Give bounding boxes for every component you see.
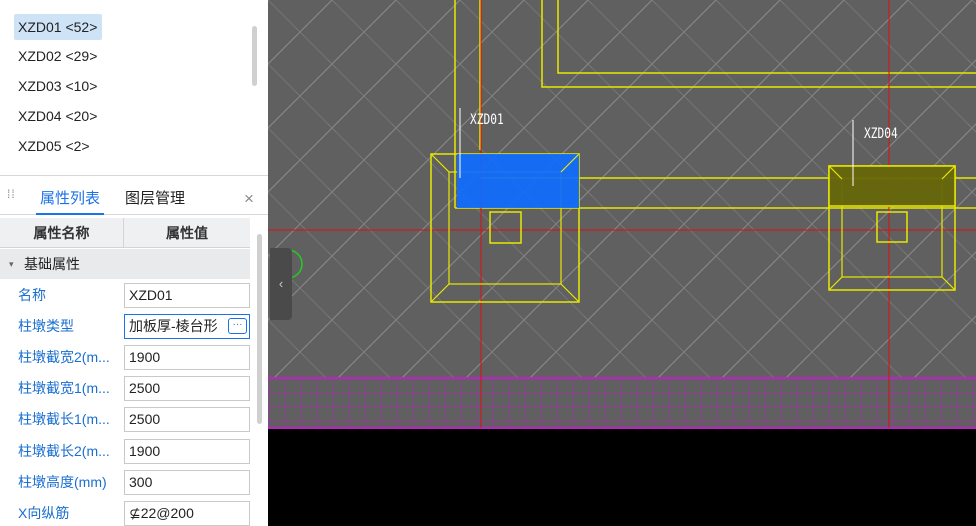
component-item-xzd02[interactable]: XZD02 <29> [14,43,102,69]
caret-down-icon[interactable]: ▾ [9,249,14,279]
label-xzd01: XZD01 [470,112,504,128]
component-list: XZD01 <52> XZD02 <29> XZD03 <10> XZD04 <… [0,0,268,176]
property-row: 柱墩类型 加板厚-棱台形 ··· [0,311,250,342]
property-row: 柱墩截长2(m... 1900 [0,436,250,467]
component-item-xzd03[interactable]: XZD03 <10> [14,73,102,99]
property-name: 柱墩截宽2(m... [18,349,110,365]
header-property-value: 属性值 [166,225,208,241]
property-value-input[interactable]: 1900 [124,345,250,370]
group-basic-properties[interactable]: ▾ 基础属性 [0,249,250,279]
property-row: 柱墩截长1(m... 2500 [0,404,250,435]
close-icon[interactable]: × [241,189,257,209]
drag-grip-icon[interactable]: ⁞⁞ [7,188,15,208]
property-name: 柱墩类型 [18,318,74,334]
label-xzd04: XZD04 [864,126,898,142]
property-value-input[interactable]: 2500 [124,376,250,401]
group-label: 基础属性 [24,256,80,272]
tab-property-list[interactable]: 属性列表 [36,183,105,215]
component-item-xzd05[interactable]: XZD05 <2> [14,133,95,159]
component-item-xzd04[interactable]: XZD04 <20> [14,103,102,129]
property-row: 柱墩高度(mm) 300 [0,467,250,498]
property-panel-scrollbar[interactable] [257,234,262,424]
property-row: X向纵筋 ⊈22@200 [0,498,250,526]
header-property-name: 属性名称 [0,218,124,248]
property-name: 柱墩截长2(m... [18,443,110,459]
tab-layer-management[interactable]: 图层管理 [121,183,189,215]
slab-hatch [268,0,976,428]
component-item-xzd01[interactable]: XZD01 <52> [14,14,103,40]
property-name: 柱墩截长1(m... [18,411,110,427]
property-table-header: 属性名称 属性值 [0,218,250,248]
property-row: 名称 XZD01 [0,280,250,311]
property-name: 柱墩截宽1(m... [18,380,110,396]
cad-drawing [268,0,976,429]
panel-collapse-button[interactable]: ‹ [270,248,292,320]
property-name: X向纵筋 [18,505,70,521]
property-value-input[interactable]: 300 [124,470,250,495]
property-name: 柱墩高度(mm) [18,474,107,490]
property-value-input[interactable]: 1900 [124,439,250,464]
property-row: 柱墩截宽1(m... 2500 [0,373,250,404]
property-name: 名称 [18,287,46,303]
more-options-button[interactable]: ··· [228,318,247,334]
left-panel: XZD01 <52> XZD02 <29> XZD03 <10> XZD04 <… [0,0,268,526]
property-value-input[interactable]: 2500 [124,407,250,432]
property-value-input[interactable]: ⊈22@200 [124,501,250,526]
property-row: 柱墩截宽2(m... 1900 [0,342,250,373]
property-value-text: 加板厚-棱台形 [129,318,218,334]
property-tabs: ⁞⁞ 属性列表 图层管理 × [0,183,268,215]
wall-hatch [268,378,976,428]
cad-drawing-canvas[interactable]: XZD01 XZD04 [268,0,976,526]
property-value-input[interactable]: XZD01 [124,283,250,308]
component-list-scrollbar[interactable] [252,26,257,86]
